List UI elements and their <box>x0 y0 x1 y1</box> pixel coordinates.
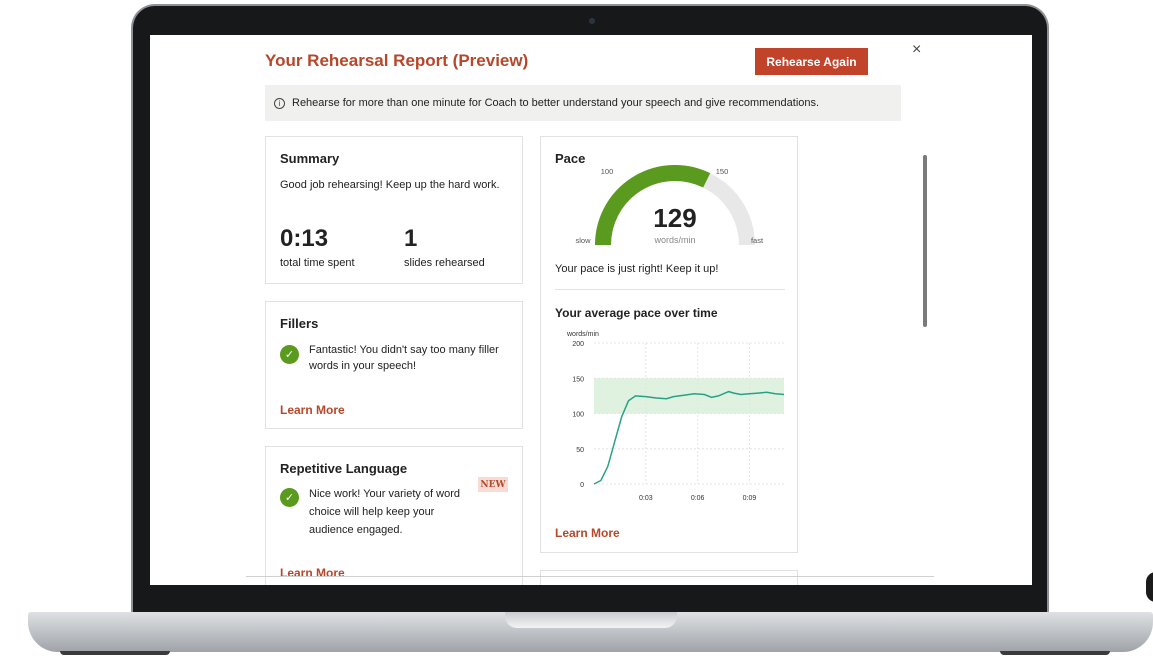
y-axis-label: words/min <box>566 331 599 338</box>
time-spent-label: total time spent <box>280 257 355 269</box>
background-object <box>1146 572 1153 602</box>
pace-message: Your pace is just right! Keep it up! <box>555 263 719 275</box>
repetitive-learn-more-link[interactable]: Learn More <box>280 566 345 580</box>
x-tick-label: 0:06 <box>691 495 705 502</box>
slides-rehearsed-value: 1 <box>404 225 418 252</box>
y-tick-label: 100 <box>572 412 584 419</box>
fillers-message: Fantastic! You didn't say too many fille… <box>309 344 499 372</box>
repetitive-language-message: Nice work! Your variety of word choice w… <box>309 488 461 536</box>
gauge-value: 129 <box>653 203 696 233</box>
gauge-tick-150: 150 <box>716 167 729 176</box>
fillers-card: Fillers ✓ Fantastic! You didn't say too … <box>265 301 523 429</box>
camera-icon <box>589 18 595 24</box>
pace-learn-more-link[interactable]: Learn More <box>555 526 620 540</box>
info-banner: i Rehearse for more than one minute for … <box>265 85 901 121</box>
x-tick-label: 0:03 <box>639 495 653 502</box>
summary-card: Summary Good job rehearsing! Keep up the… <box>265 136 523 284</box>
summary-message: Good job rehearsing! Keep up the hard wo… <box>280 179 500 191</box>
check-icon: ✓ <box>280 345 299 364</box>
laptop-mockup: Your Rehearsal Report (Preview) Rehearse… <box>0 0 1153 659</box>
laptop-foot-left <box>60 651 170 655</box>
gauge-label-fast: fast <box>751 236 764 245</box>
target-pace-band <box>594 378 784 414</box>
fillers-title: Fillers <box>280 316 319 331</box>
laptop-notch <box>505 612 677 628</box>
app-screen: Your Rehearsal Report (Preview) Rehearse… <box>150 35 1032 585</box>
repetitive-language-card: Repetitive Language NEW ✓ Nice work! You… <box>265 446 523 585</box>
pace-gauge: 100 150 slow fast 129 words/min <box>575 164 764 246</box>
pace-divider <box>555 289 785 290</box>
close-icon[interactable]: × <box>912 41 921 59</box>
x-tick-label: 0:09 <box>743 495 757 502</box>
scrollbar[interactable] <box>923 155 927 327</box>
y-tick-label: 200 <box>572 341 584 348</box>
page-title: Your Rehearsal Report (Preview) <box>265 51 529 70</box>
y-tick-label: 150 <box>572 376 584 383</box>
fillers-learn-more-link[interactable]: Learn More <box>280 403 345 417</box>
pace-card: Pace 100 150 slow fast 129 words/min You… <box>540 136 798 553</box>
gauge-unit: words/min <box>653 235 695 245</box>
pace-over-time-title: Your average pace over time <box>555 306 718 320</box>
y-tick-label: 0 <box>580 482 584 489</box>
rehearse-again-button[interactable]: Rehearse Again <box>755 48 868 75</box>
summary-title: Summary <box>280 151 340 166</box>
info-icon: i <box>274 97 285 109</box>
slides-rehearsed-label: slides rehearsed <box>404 257 485 269</box>
next-card <box>540 570 798 585</box>
repetitive-language-title: Repetitive Language <box>280 461 408 476</box>
y-tick-label: 50 <box>576 447 584 454</box>
info-banner-text: Rehearse for more than one minute for Co… <box>292 97 820 109</box>
gauge-label-slow: slow <box>575 236 591 245</box>
laptop-foot-right <box>1000 651 1110 655</box>
new-badge: NEW <box>478 477 508 492</box>
pace-over-time-chart: words/min 200 150 100 50 0 0:03 0:06 0:09 <box>566 331 785 502</box>
gauge-tick-100: 100 <box>601 167 614 176</box>
check-icon: ✓ <box>280 488 299 507</box>
time-spent-value: 0:13 <box>280 225 329 252</box>
footer-divider <box>246 576 934 577</box>
